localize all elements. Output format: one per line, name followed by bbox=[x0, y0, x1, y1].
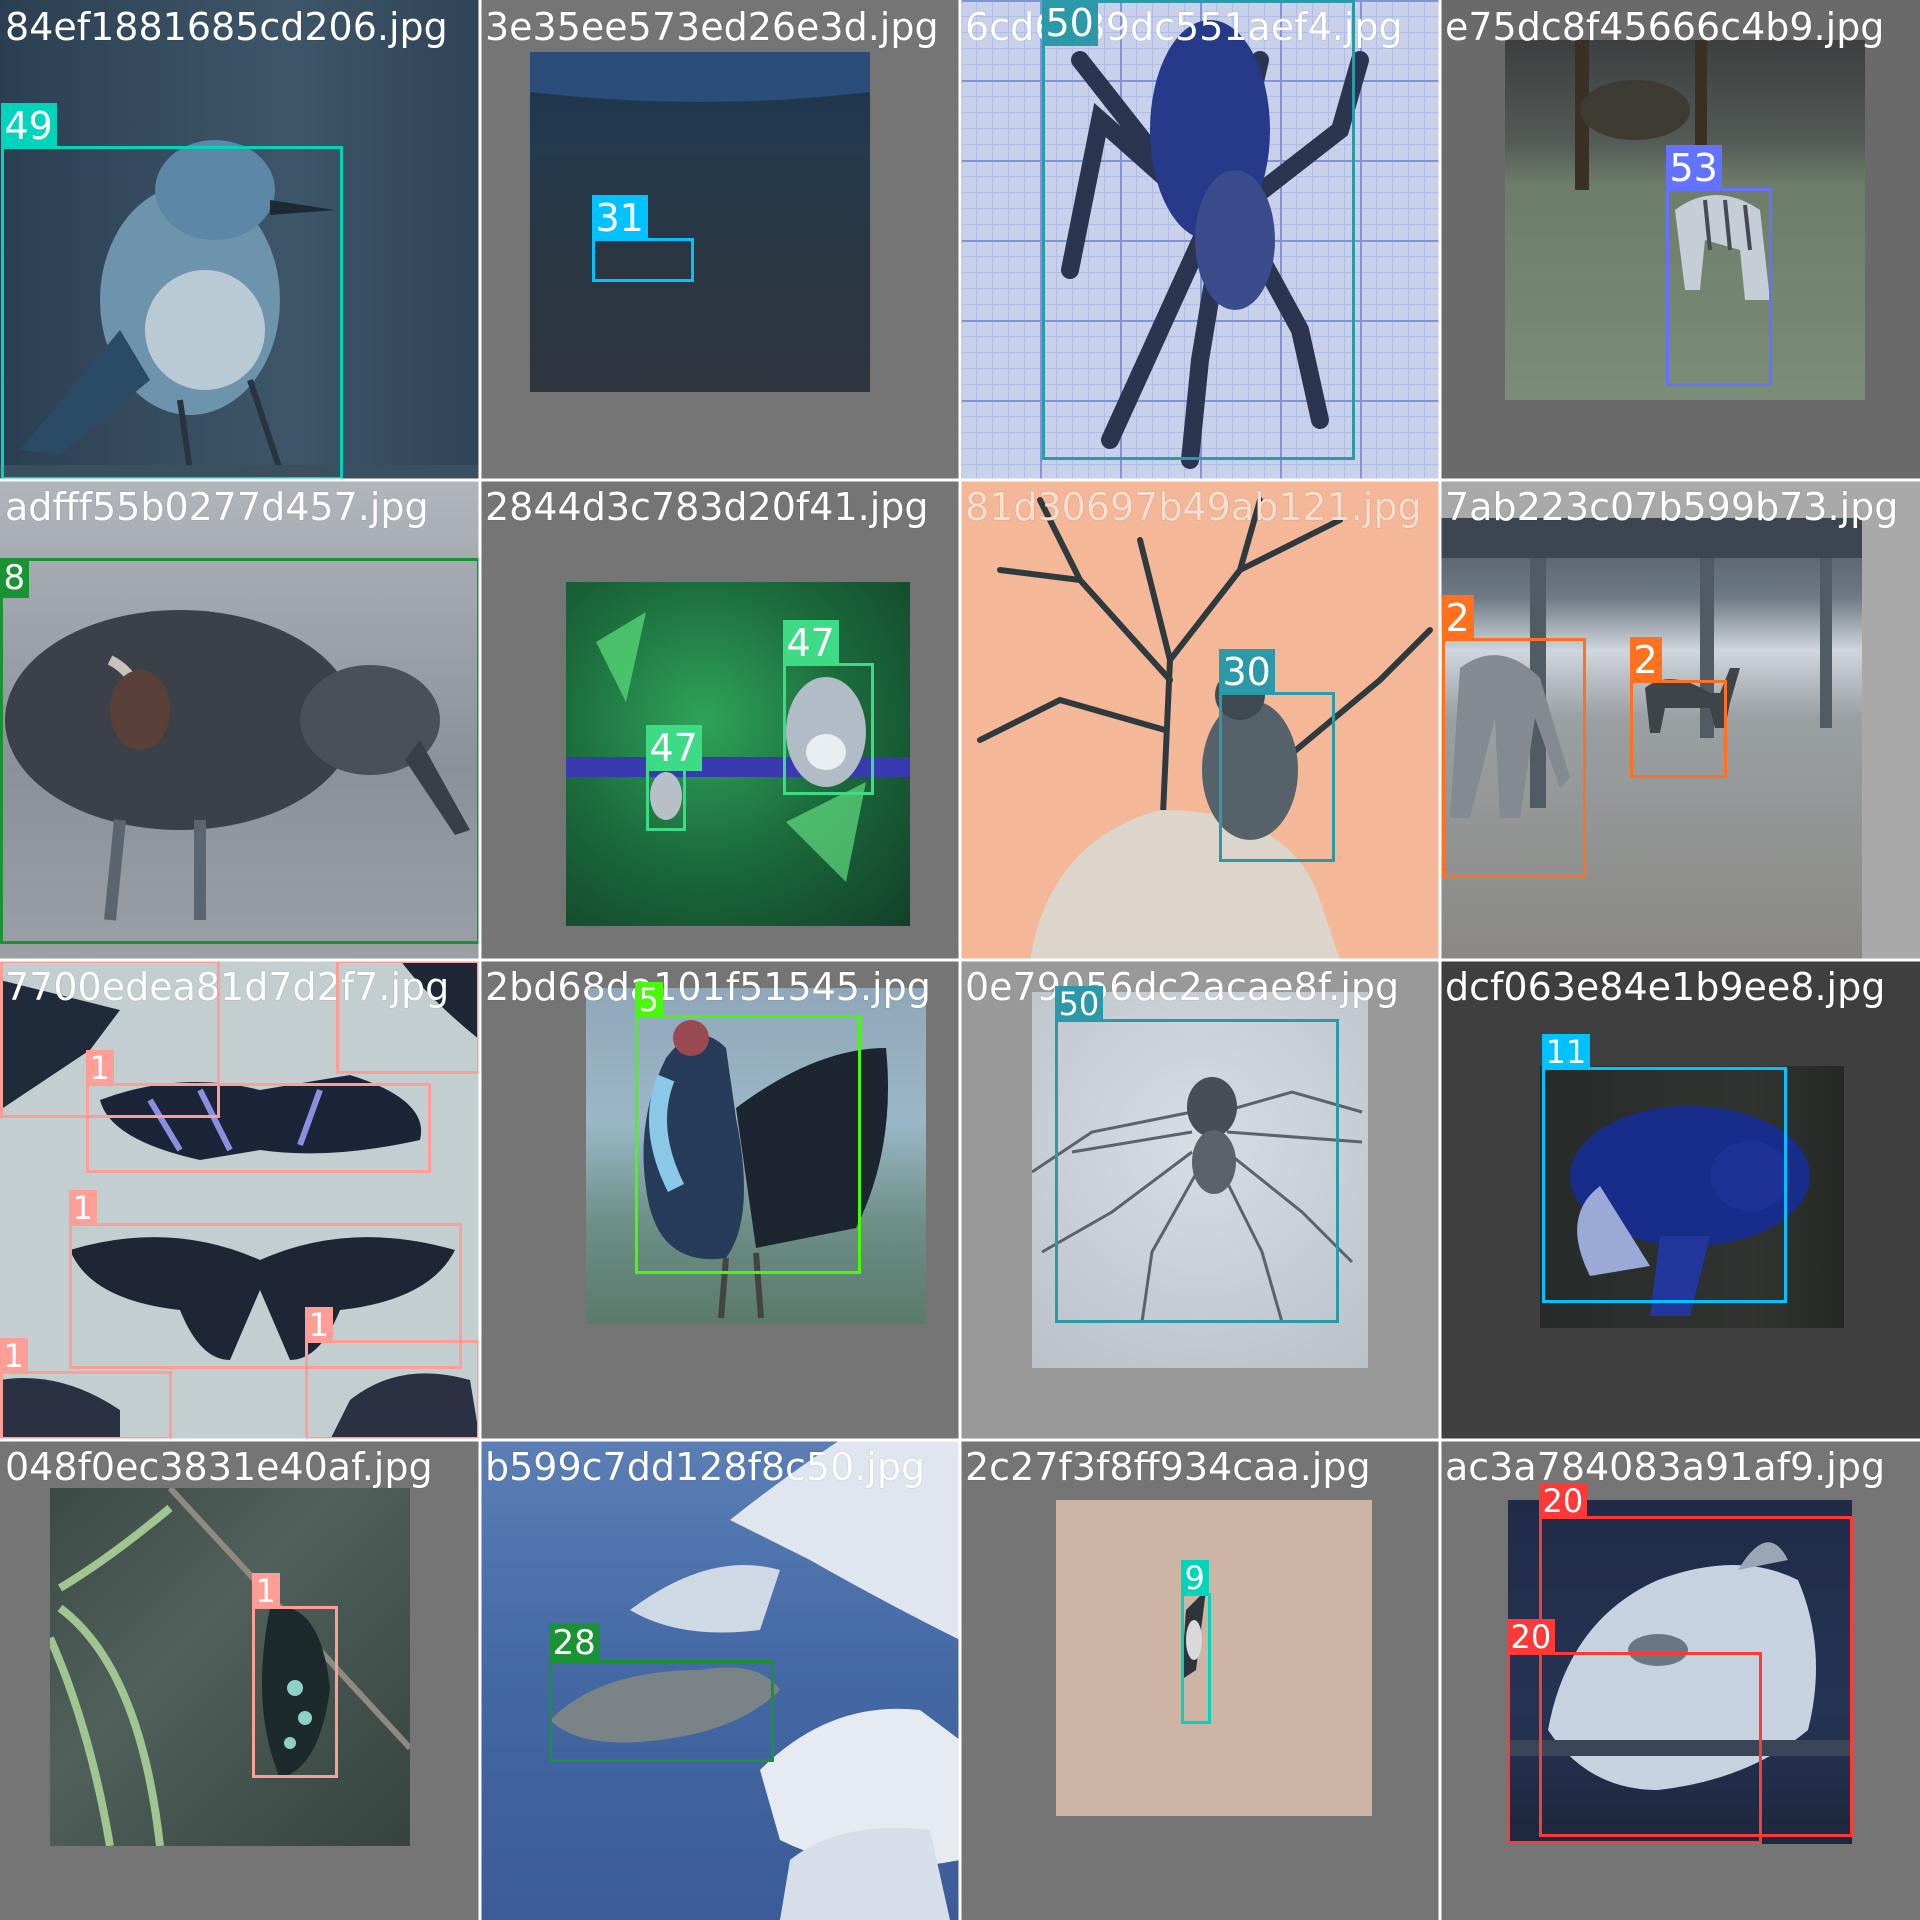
photo-night-scene bbox=[530, 52, 870, 392]
tile-filename: 048f0ec3831e40af.jpg bbox=[5, 1445, 433, 1489]
detection-box: 1 bbox=[335, 960, 480, 1074]
class-label: 53 bbox=[1665, 145, 1722, 191]
tile-6: 81d30697b49ab121.jpg 30 bbox=[960, 480, 1440, 960]
photo-butterfly-ground bbox=[50, 1488, 410, 1846]
tile-filename: 0e79056dc2acae8f.jpg bbox=[965, 965, 1400, 1009]
photo-monkey-tree bbox=[960, 480, 1440, 960]
tile-filename: 7ab223c07b599b73.jpg bbox=[1445, 485, 1899, 529]
tile-12: 048f0ec3831e40af.jpg 1 bbox=[0, 1440, 480, 1920]
class-label: 1 bbox=[85, 1050, 114, 1086]
tile-13: b599c7dd128f8c50.jpg 28 bbox=[480, 1440, 960, 1920]
tile-2: 6cd6a39dc551aef4.jpg 50 bbox=[960, 0, 1440, 480]
tile-filename: 2844d3c783d20f41.jpg bbox=[485, 485, 929, 529]
class-label: 28 bbox=[548, 1623, 600, 1663]
tile-0: 84ef1881685cd206.jpg 49 bbox=[0, 0, 480, 480]
tile-8: 7700edea81d7d2f7.jpg 1 1 1 1 1 1 bbox=[0, 960, 480, 1440]
tile-filename: ac3a784083a91af9.jpg bbox=[1445, 1445, 1886, 1489]
tile-3: e75dc8f45666c4b9.jpg 53 bbox=[1440, 0, 1920, 480]
detection-box: 28 bbox=[548, 1623, 774, 1762]
class-label: 20 bbox=[1538, 1483, 1588, 1519]
tile-14: 2c27f3f8ff934caa.jpg 9 bbox=[960, 1440, 1440, 1920]
class-label: 49 bbox=[0, 103, 57, 149]
tile-filename: e75dc8f45666c4b9.jpg bbox=[1445, 5, 1885, 49]
class-label: 8 bbox=[0, 557, 30, 598]
tile-filename: 81d30697b49ab121.jpg bbox=[965, 485, 1422, 529]
detection-box: 20 bbox=[1506, 1619, 1762, 1844]
detection-box: 1 bbox=[85, 1050, 431, 1173]
class-label: 31 bbox=[591, 195, 648, 241]
class-label: 2 bbox=[1441, 595, 1474, 641]
class-label: 1 bbox=[251, 1573, 280, 1609]
class-label: 1 bbox=[335, 960, 364, 963]
class-label: 50 bbox=[1054, 986, 1104, 1022]
detection-box: 9 bbox=[1180, 1560, 1211, 1724]
detection-box: 1 bbox=[304, 1307, 480, 1440]
class-label: 47 bbox=[782, 620, 839, 666]
class-label: 1 bbox=[0, 1338, 28, 1374]
detection-box: 50 bbox=[1054, 986, 1339, 1323]
tile-filename: 3e35ee573ed26e3d.jpg bbox=[485, 5, 939, 49]
tile-11: dcf063e84e1b9ee8.jpg 11 bbox=[1440, 960, 1920, 1440]
tile-10: 0e79056dc2acae8f.jpg 50 bbox=[960, 960, 1440, 1440]
tile-9: 2bd68da101f51545.jpg 5 bbox=[480, 960, 960, 1440]
detection-box: 47 bbox=[645, 725, 702, 831]
detection-box: 2 bbox=[1441, 595, 1586, 878]
class-label: 11 bbox=[1541, 1034, 1591, 1070]
detection-box: 53 bbox=[1665, 145, 1772, 386]
detection-box: 49 bbox=[0, 103, 343, 480]
detection-box: 11 bbox=[1541, 1034, 1787, 1303]
detection-box: 31 bbox=[591, 195, 694, 282]
class-label: 50 bbox=[1041, 0, 1098, 46]
class-label: 9 bbox=[1180, 1560, 1209, 1596]
tile-filename: 2bd68da101f51545.jpg bbox=[485, 965, 931, 1009]
detection-box: 30 bbox=[1218, 649, 1335, 862]
detection-box: 1 bbox=[0, 1338, 172, 1440]
class-label: 20 bbox=[1506, 1619, 1556, 1655]
class-label: 1 bbox=[304, 1307, 333, 1343]
tile-filename: 84ef1881685cd206.jpg bbox=[5, 5, 448, 49]
detection-box: 2 bbox=[1629, 637, 1727, 778]
class-label: 1 bbox=[0, 960, 28, 963]
class-label: 1 bbox=[68, 1190, 97, 1226]
mosaic-grid: 84ef1881685cd206.jpg 49 3e35ee573ed26e3d… bbox=[0, 0, 1920, 1920]
class-label: 30 bbox=[1218, 649, 1275, 695]
class-label: 5 bbox=[634, 982, 663, 1018]
photo-plain bbox=[1056, 1500, 1372, 1816]
class-label: 47 bbox=[645, 725, 702, 771]
tile-1: 3e35ee573ed26e3d.jpg 31 bbox=[480, 0, 960, 480]
tile-4: adfff55b0277d457.jpg 8 bbox=[0, 480, 480, 960]
detection-box: 50 bbox=[1041, 0, 1355, 460]
tile-filename: 2c27f3f8ff934caa.jpg bbox=[965, 1445, 1371, 1489]
detection-box: 8 bbox=[0, 557, 480, 944]
tile-15: ac3a784083a91af9.jpg 20 20 bbox=[1440, 1440, 1920, 1920]
tile-5: 2844d3c783d20f41.jpg 47 47 bbox=[480, 480, 960, 960]
detection-box: 5 bbox=[634, 982, 861, 1274]
tile-filename: b599c7dd128f8c50.jpg bbox=[485, 1445, 926, 1489]
class-label: 2 bbox=[1629, 637, 1662, 683]
tile-filename: dcf063e84e1b9ee8.jpg bbox=[1445, 965, 1886, 1009]
tile-7: 7ab223c07b599b73.jpg 2 2 bbox=[1440, 480, 1920, 960]
tile-filename: adfff55b0277d457.jpg bbox=[5, 485, 429, 529]
detection-box: 47 bbox=[782, 620, 874, 795]
detection-box: 1 bbox=[251, 1573, 338, 1778]
